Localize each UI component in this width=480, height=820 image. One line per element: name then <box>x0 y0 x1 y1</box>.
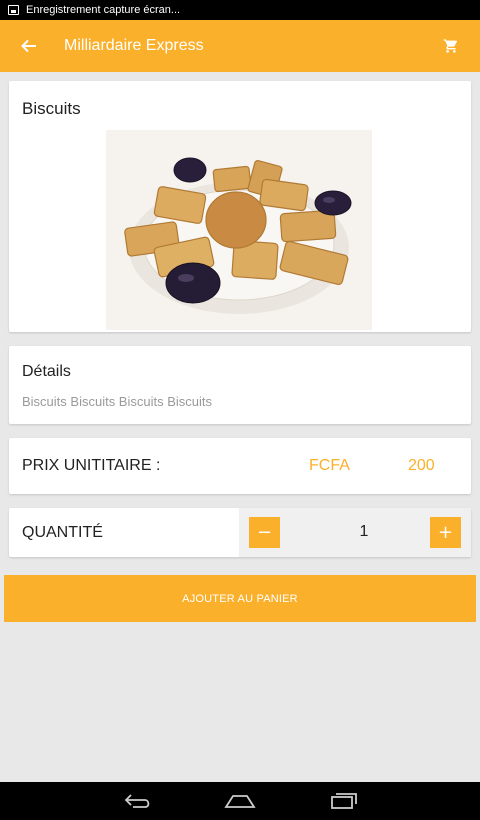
price-currency: FCFA <box>309 457 350 474</box>
cart-icon[interactable] <box>422 20 480 72</box>
status-notification-text: Enregistrement capture écran... <box>26 4 181 16</box>
quantity-card: QUANTITÉ − 1 + <box>9 508 471 557</box>
status-bar: Enregistrement capture écran... <box>0 0 480 20</box>
system-nav-bar <box>0 782 480 820</box>
price-value: 200 <box>408 457 435 474</box>
details-card: Détails Biscuits Biscuits Biscuits Biscu… <box>9 346 471 424</box>
product-card: Biscuits <box>9 81 471 332</box>
app-bar: Milliardaire Express <box>0 20 480 72</box>
back-nav-icon[interactable] <box>108 782 168 820</box>
screenshot-icon <box>8 5 19 15</box>
arrow-back-icon[interactable] <box>0 20 58 72</box>
quantity-value: 1 <box>359 523 369 540</box>
add-to-cart-button[interactable]: AJOUTER AU PANIER <box>4 575 476 622</box>
product-image <box>106 130 372 330</box>
decrement-button[interactable]: − <box>249 517 280 548</box>
product-name: Biscuits <box>22 99 81 118</box>
details-description: Biscuits Biscuits Biscuits Biscuits <box>22 394 212 409</box>
quantity-label: QUANTITÉ <box>22 523 103 541</box>
price-label: PRIX UNITITAIRE : <box>22 457 161 474</box>
app-title: Milliardaire Express <box>64 37 204 54</box>
details-title: Détails <box>22 363 71 380</box>
price-card: PRIX UNITITAIRE : FCFA 200 <box>9 438 471 494</box>
quantity-stepper: − 1 + <box>239 508 471 557</box>
home-nav-icon[interactable] <box>210 782 270 820</box>
recents-nav-icon[interactable] <box>313 782 373 820</box>
increment-button[interactable]: + <box>430 517 461 548</box>
